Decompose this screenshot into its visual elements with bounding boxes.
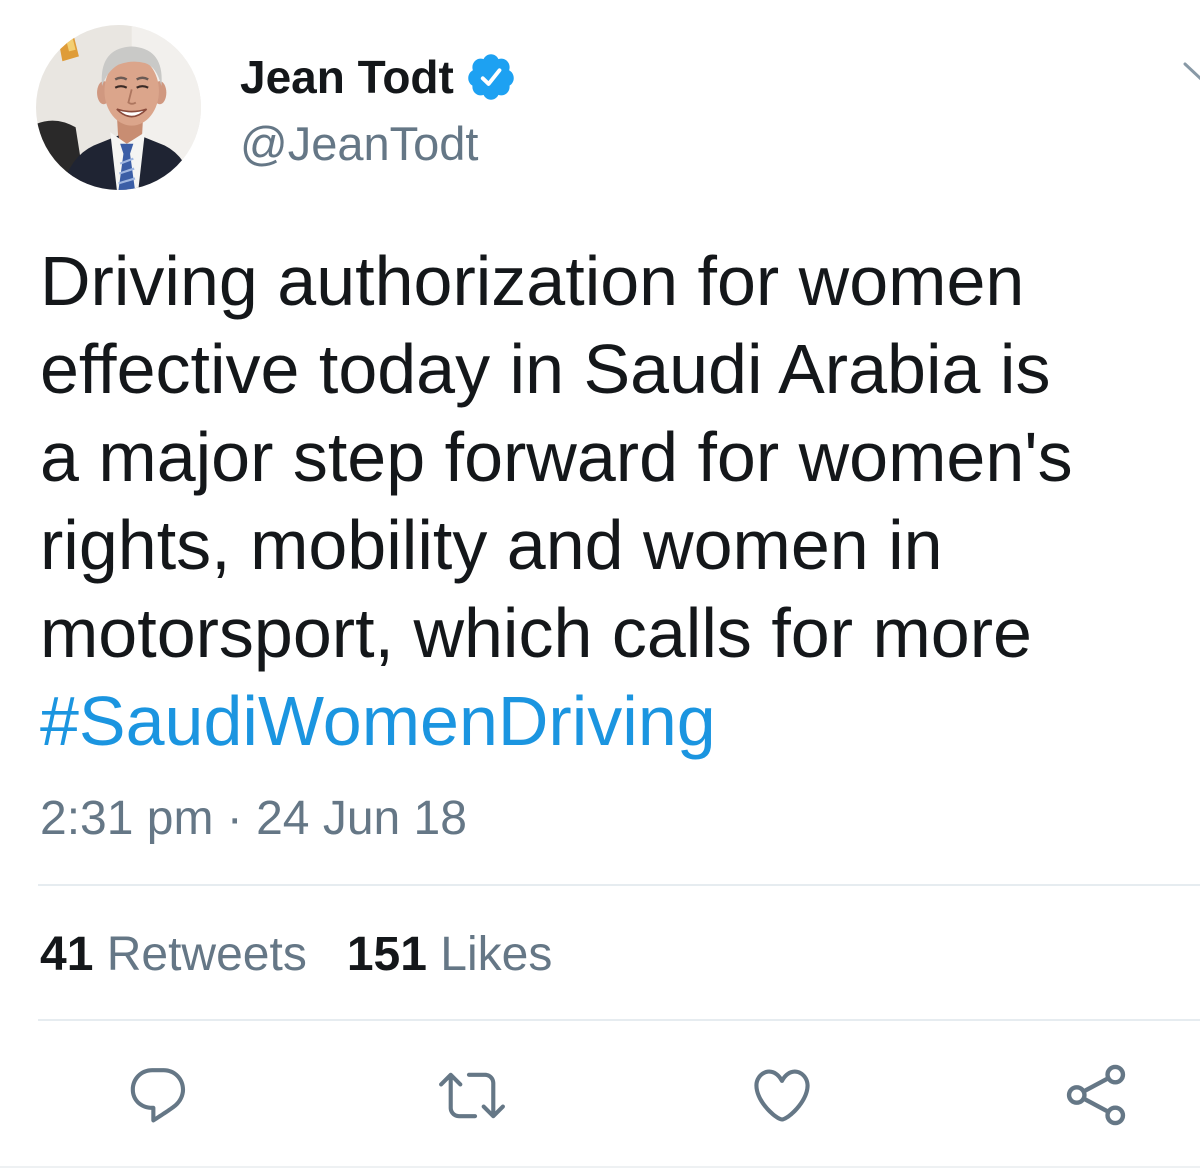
share-icon[interactable] — [1063, 1062, 1129, 1128]
divider — [38, 1019, 1200, 1021]
tweet-text: Driving authorization for women effectiv… — [40, 237, 1092, 765]
tweet: Jean Todt @JeanTodt Driving authorizatio… — [0, 0, 1200, 1176]
tweet-timestamp: 2:31 pm · 24 Jun 18 — [40, 792, 467, 845]
author-name-row: Jean Todt — [240, 51, 517, 105]
verified-badge-icon — [465, 51, 517, 103]
likes-stat[interactable]: 151 Likes — [347, 928, 553, 982]
likes-label: Likes — [440, 928, 553, 981]
divider — [38, 884, 1200, 886]
chevron-down-icon[interactable] — [1178, 56, 1200, 86]
heart-icon[interactable] — [749, 1062, 815, 1128]
divider — [0, 1166, 1200, 1168]
engagement-stats: 41 Retweets 151 Likes — [40, 928, 552, 982]
author-handle[interactable]: @JeanTodt — [240, 118, 478, 170]
retweets-count: 41 — [40, 928, 94, 981]
retweets-label: Retweets — [106, 928, 307, 981]
reply-icon[interactable] — [125, 1062, 191, 1128]
author-name[interactable]: Jean Todt — [240, 51, 454, 103]
retweet-icon[interactable] — [439, 1062, 505, 1128]
hashtag-link[interactable]: #SaudiWomenDriving — [40, 682, 716, 760]
likes-count: 151 — [346, 928, 427, 981]
tweet-body: Driving authorization for women effectiv… — [40, 242, 1073, 672]
avatar[interactable] — [36, 25, 201, 190]
avatar-photo — [36, 25, 201, 190]
retweets-stat[interactable]: 41 Retweets — [40, 928, 307, 982]
